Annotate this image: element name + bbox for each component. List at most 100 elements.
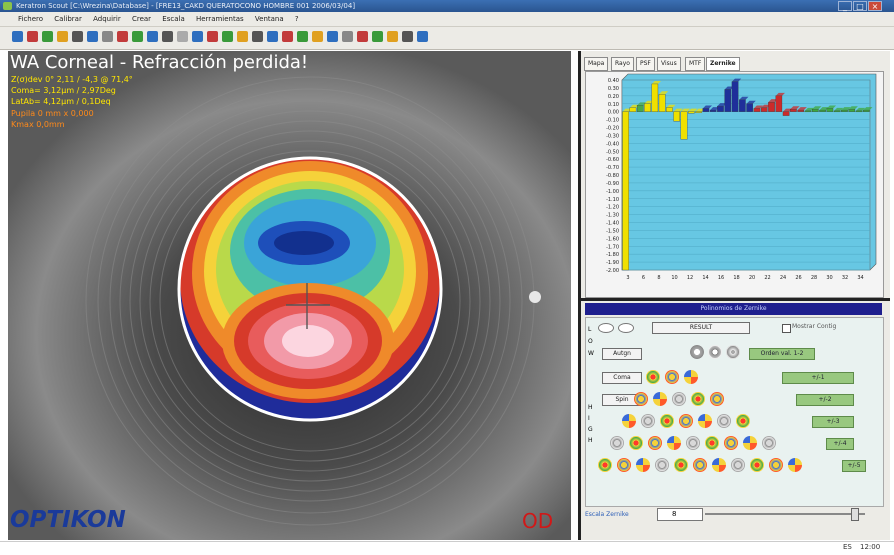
toolbar-button-icon[interactable] bbox=[297, 31, 308, 42]
tray-language[interactable]: ES bbox=[843, 543, 852, 551]
toolbar-button-icon[interactable] bbox=[42, 31, 53, 42]
menu-adquirir[interactable]: Adquirir bbox=[93, 15, 121, 23]
zernike-mode-icon[interactable] bbox=[679, 414, 693, 428]
zernike-mode-icon[interactable] bbox=[731, 458, 745, 472]
toolbar-button-icon[interactable] bbox=[132, 31, 143, 42]
zernike-mode-icon[interactable] bbox=[655, 458, 669, 472]
menu-herramientas[interactable]: Herramientas bbox=[196, 15, 244, 23]
toolbar-button-icon[interactable] bbox=[417, 31, 428, 42]
zernike-mode-icon[interactable] bbox=[705, 436, 719, 450]
close-button[interactable]: × bbox=[868, 1, 882, 11]
toolbar-button-icon[interactable] bbox=[207, 31, 218, 42]
toolbar-button-icon[interactable] bbox=[147, 31, 158, 42]
toolbar-button-icon[interactable] bbox=[177, 31, 188, 42]
order-button-4[interactable]: +/-4 bbox=[826, 438, 854, 450]
toolbar-button-icon[interactable] bbox=[372, 31, 383, 42]
tab-visus[interactable]: Visus bbox=[657, 57, 681, 71]
toolbar-button-icon[interactable] bbox=[237, 31, 248, 42]
toolbar-button-icon[interactable] bbox=[87, 31, 98, 42]
coma-button[interactable]: Coma bbox=[602, 372, 642, 384]
toolbar-button-icon[interactable] bbox=[327, 31, 338, 42]
zernike-mode-icon[interactable] bbox=[712, 458, 726, 472]
zernike-mode-icon[interactable] bbox=[788, 458, 802, 472]
zernike-mode-icon[interactable] bbox=[653, 392, 667, 406]
zernike-mode-icon[interactable] bbox=[684, 370, 698, 384]
menu-fichero[interactable]: Fichero bbox=[18, 15, 43, 23]
menu-help[interactable]: ? bbox=[295, 15, 299, 23]
toolbar-button-icon[interactable] bbox=[357, 31, 368, 42]
zernike-mode-icon[interactable] bbox=[641, 414, 655, 428]
toolbar-button-icon[interactable] bbox=[252, 31, 263, 42]
zernike-mode-icon[interactable] bbox=[762, 436, 776, 450]
tab-psf[interactable]: PSF bbox=[636, 57, 655, 71]
zernike-mode-icon[interactable] bbox=[667, 436, 681, 450]
order-button-3[interactable]: +/-3 bbox=[812, 416, 854, 428]
toolbar-button-icon[interactable] bbox=[102, 31, 113, 42]
zernike-mode-icon[interactable] bbox=[698, 414, 712, 428]
minimize-button[interactable]: _ bbox=[838, 1, 852, 11]
toolbar-button-icon[interactable] bbox=[312, 31, 323, 42]
toolbar-button-icon[interactable] bbox=[282, 31, 293, 42]
menu-escala[interactable]: Escala bbox=[162, 15, 184, 23]
escala-slider-thumb[interactable] bbox=[851, 508, 859, 521]
mostrar-checkbox[interactable] bbox=[782, 324, 791, 333]
toolbar-button-icon[interactable] bbox=[402, 31, 413, 42]
zernike-mode-icon[interactable] bbox=[693, 458, 707, 472]
menu-calibrar[interactable]: Calibrar bbox=[54, 15, 82, 23]
align-button[interactable]: Autgn bbox=[602, 348, 642, 360]
tab-zernike[interactable]: Zernike bbox=[706, 57, 740, 71]
align-icon-2[interactable] bbox=[708, 345, 722, 359]
escala-slider[interactable] bbox=[705, 513, 865, 515]
zernike-mode-icon[interactable] bbox=[736, 414, 750, 428]
x-tick-label: 20 bbox=[749, 275, 755, 281]
zernike-mode-icon[interactable] bbox=[660, 414, 674, 428]
zernike-mode-icon[interactable] bbox=[717, 414, 731, 428]
zernike-mode-icon[interactable] bbox=[710, 392, 724, 406]
cornea-viewer[interactable]: WA Corneal - Refracción perdida! Z(σ)dev… bbox=[8, 51, 571, 540]
toolbar-button-icon[interactable] bbox=[267, 31, 278, 42]
zernike-mode-icon[interactable] bbox=[691, 392, 705, 406]
toolbar-button-icon[interactable] bbox=[222, 31, 233, 42]
menu-crear[interactable]: Crear bbox=[132, 15, 151, 23]
zernike-mode-icon[interactable] bbox=[634, 392, 648, 406]
toolbar-button-icon[interactable] bbox=[72, 31, 83, 42]
zernike-mode-icon[interactable] bbox=[617, 458, 631, 472]
tab-rayo[interactable]: Rayo bbox=[611, 57, 634, 71]
zernike-mode-icon[interactable] bbox=[610, 436, 624, 450]
align-icon-1[interactable] bbox=[690, 345, 704, 359]
align-icon-3[interactable] bbox=[726, 345, 740, 359]
orden-button[interactable]: Orden val. 1-2 bbox=[749, 348, 815, 360]
tab-mapa[interactable]: Mapa bbox=[584, 57, 609, 71]
toolbar-button-icon[interactable] bbox=[387, 31, 398, 42]
maximize-button[interactable]: □ bbox=[853, 1, 867, 11]
zernike-mode-icon[interactable] bbox=[598, 458, 612, 472]
order-button-1[interactable]: +/-1 bbox=[782, 372, 854, 384]
zernike-mode-icon[interactable] bbox=[672, 392, 686, 406]
zernike-mode-icon[interactable] bbox=[724, 436, 738, 450]
tab-mtf[interactable]: MTF bbox=[685, 57, 706, 71]
zernike-mode-icon[interactable] bbox=[646, 370, 660, 384]
toolbar-button-icon[interactable] bbox=[162, 31, 173, 42]
zernike-mode-icon[interactable] bbox=[769, 458, 783, 472]
toolbar-button-icon[interactable] bbox=[192, 31, 203, 42]
toolbar-button-icon[interactable] bbox=[117, 31, 128, 42]
zernike-mode-icon[interactable] bbox=[665, 370, 679, 384]
y-tick-label: -0.60 bbox=[606, 157, 619, 163]
toolbar-button-icon[interactable] bbox=[57, 31, 68, 42]
menu-ventana[interactable]: Ventana bbox=[255, 15, 284, 23]
zernike-mode-icon[interactable] bbox=[750, 458, 764, 472]
toolbar-button-icon[interactable] bbox=[12, 31, 23, 42]
x-tick-label: 22 bbox=[764, 275, 770, 281]
zernike-mode-icon[interactable] bbox=[629, 436, 643, 450]
zernike-mode-icon[interactable] bbox=[622, 414, 636, 428]
order-button-2[interactable]: +/-2 bbox=[796, 394, 854, 406]
order-button-5[interactable]: +/-5 bbox=[842, 460, 866, 472]
escala-value[interactable]: 8 bbox=[657, 508, 703, 521]
zernike-mode-icon[interactable] bbox=[648, 436, 662, 450]
toolbar-button-icon[interactable] bbox=[27, 31, 38, 42]
zernike-mode-icon[interactable] bbox=[686, 436, 700, 450]
zernike-mode-icon[interactable] bbox=[636, 458, 650, 472]
toolbar-button-icon[interactable] bbox=[342, 31, 353, 42]
zernike-mode-icon[interactable] bbox=[743, 436, 757, 450]
zernike-mode-icon[interactable] bbox=[674, 458, 688, 472]
